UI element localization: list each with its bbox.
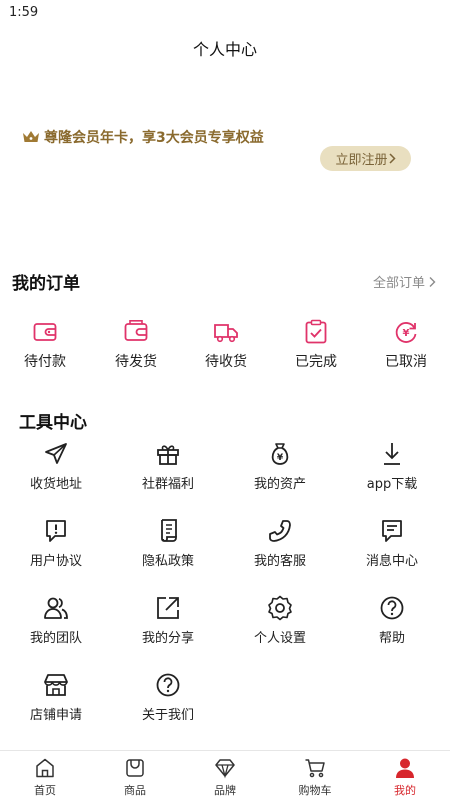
- tab-mine[interactable]: 我的: [360, 757, 450, 798]
- order-status-pending-shipment[interactable]: 待发货: [96, 319, 176, 371]
- alert-message-icon: [46, 520, 66, 542]
- tool-label: 我的分享: [141, 631, 194, 646]
- settings-icon: [268, 595, 292, 621]
- tab-products[interactable]: 商品: [90, 757, 180, 798]
- wallet-icon: [33, 323, 57, 341]
- vip-banner: 尊隆会员年卡，享3大会员专享权益: [22, 127, 264, 147]
- tab-label: 品牌: [214, 784, 236, 797]
- tool-label: 用户协议: [29, 554, 82, 569]
- home-icon: [36, 758, 54, 778]
- tool-message-center[interactable]: 消息中心: [337, 518, 447, 569]
- tool-customer-service[interactable]: 我的客服: [225, 518, 335, 569]
- tool-about-us[interactable]: 关于我们: [113, 672, 223, 723]
- team-icon: [44, 597, 68, 619]
- tab-label: 商品: [124, 784, 146, 797]
- tools-section-title: 工具中心: [19, 413, 87, 433]
- share-icon: [157, 597, 179, 619]
- vip-promo-text: 尊隆会员年卡，享3大会员专享权益: [44, 130, 264, 146]
- chevron-right-icon: [429, 276, 436, 287]
- crown-icon: [23, 131, 39, 142]
- tool-label: 收货地址: [29, 477, 82, 492]
- order-status-pending-receipt[interactable]: 待收货: [186, 319, 266, 371]
- tab-cart[interactable]: 购物车: [270, 757, 360, 798]
- register-button[interactable]: 立即注册: [320, 146, 411, 171]
- tool-label: 店铺申请: [29, 708, 82, 723]
- register-button-label: 立即注册: [335, 153, 388, 168]
- order-status-label: 待收货: [205, 354, 247, 370]
- tool-label: 我的客服: [253, 554, 306, 569]
- tool-store-application[interactable]: 店铺申请: [1, 672, 111, 723]
- help-icon: [380, 596, 404, 620]
- message-icon: [382, 520, 402, 542]
- tool-label: 我的团队: [29, 631, 82, 646]
- all-orders-link[interactable]: 全部订单: [373, 272, 436, 291]
- order-status-cancelled[interactable]: ¥ 已取消: [366, 319, 446, 371]
- tool-label: 消息中心: [365, 554, 418, 569]
- clipboard-check-icon: [305, 319, 327, 344]
- tool-shipping-address[interactable]: 收货地址: [1, 441, 111, 492]
- tab-brands[interactable]: 品牌: [180, 757, 270, 798]
- order-status-label: 已完成: [295, 354, 337, 370]
- money-bag-icon: ¥: [271, 443, 289, 465]
- tool-privacy-policy[interactable]: 隐私政策: [113, 518, 223, 569]
- orders-row: 待付款 待发货 待收货 已完成 ¥ 已取消: [0, 319, 450, 371]
- status-time: 1:59: [9, 5, 39, 20]
- svg-text:¥: ¥: [277, 453, 284, 463]
- tool-label: 我的资产: [253, 477, 306, 492]
- gift-icon: [157, 445, 179, 465]
- refund-icon: ¥: [395, 322, 417, 343]
- tool-community-benefits[interactable]: 社群福利: [113, 441, 223, 492]
- chevron-right-icon: [388, 153, 396, 164]
- phone-icon: [269, 520, 291, 542]
- svg-text:¥: ¥: [403, 328, 410, 339]
- tool-user-agreement[interactable]: 用户协议: [1, 518, 111, 569]
- tab-label: 首页: [34, 784, 56, 797]
- tool-my-team[interactable]: 我的团队: [1, 595, 111, 646]
- tool-my-share[interactable]: 我的分享: [113, 595, 223, 646]
- orders-section-title: 我的订单: [12, 274, 80, 294]
- tool-label: 关于我们: [141, 708, 194, 723]
- tool-help[interactable]: 帮助: [337, 595, 447, 646]
- page-title: 个人中心: [192, 40, 257, 59]
- document-icon: [161, 519, 177, 542]
- question-icon: [156, 673, 180, 697]
- tool-personal-settings[interactable]: 个人设置: [225, 595, 335, 646]
- tool-label: 隐私政策: [141, 554, 194, 569]
- user-icon: [396, 758, 414, 778]
- bottom-tab-bar: 首页 商品 品牌 购物车 我的: [0, 750, 450, 800]
- tool-app-download[interactable]: app下载: [337, 441, 447, 492]
- package-icon: [124, 320, 148, 341]
- tab-label: 购物车: [298, 784, 332, 797]
- product-icon: [126, 759, 144, 777]
- order-status-completed[interactable]: 已完成: [276, 319, 356, 371]
- tool-label: 社群福利: [141, 477, 194, 492]
- tab-label: 我的: [394, 784, 416, 797]
- tool-label: app下载: [366, 477, 418, 492]
- diamond-icon: [215, 759, 235, 779]
- truck-icon: [214, 324, 238, 343]
- tool-label: 帮助: [378, 631, 405, 646]
- order-status-pending-payment[interactable]: 待付款: [5, 319, 85, 371]
- order-status-label: 待付款: [24, 354, 66, 370]
- store-icon: [44, 674, 68, 696]
- tab-home[interactable]: 首页: [0, 757, 90, 798]
- all-orders-label: 全部订单: [372, 276, 425, 291]
- status-bar: 1:59: [0, 0, 450, 26]
- tool-my-assets[interactable]: ¥ 我的资产: [225, 441, 335, 492]
- order-status-label: 已取消: [385, 354, 427, 370]
- send-icon: [45, 443, 67, 464]
- download-icon: [384, 443, 400, 465]
- order-status-label: 待发货: [115, 354, 157, 370]
- tool-label: 个人设置: [253, 631, 306, 646]
- cart-icon: [305, 759, 325, 778]
